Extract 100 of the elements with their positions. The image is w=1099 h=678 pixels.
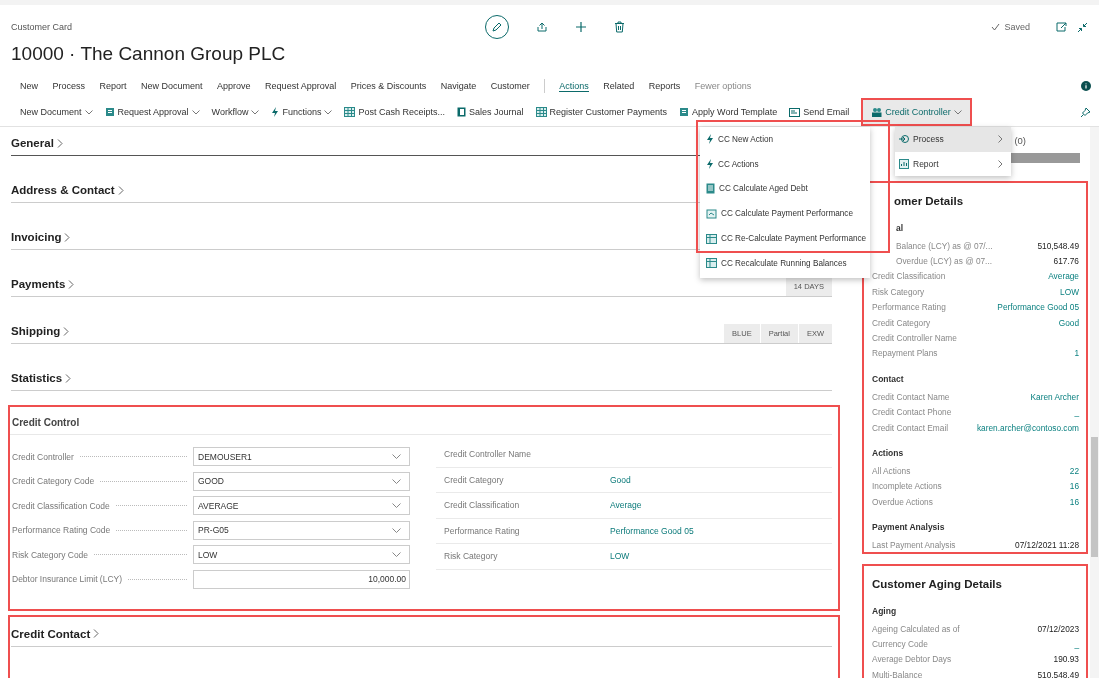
field-label: Credit Classification <box>872 271 946 282</box>
action-button[interactable]: Functions <box>271 100 333 124</box>
group-title: Actions <box>872 448 905 461</box>
field-value-link[interactable]: LOW <box>610 551 630 562</box>
field-value-link[interactable]: _ <box>1074 407 1079 418</box>
action-button[interactable]: Sales Journal <box>457 100 524 124</box>
menu-item[interactable]: CC Calculate Aged Debt <box>700 176 870 202</box>
plus-icon[interactable] <box>574 21 587 33</box>
field-label: Debtor Insurance Limit (LCY) <box>12 574 123 584</box>
action-menu[interactable]: Navigate <box>440 81 477 91</box>
field-value-link[interactable]: 22 <box>1069 466 1079 476</box>
menu-item[interactable]: Report <box>895 151 1011 176</box>
field-label: Incomplete Actions <box>872 481 942 492</box>
field-value-link[interactable]: Good <box>610 474 631 485</box>
action-tab[interactable]: Related <box>603 81 635 91</box>
group-title: Contact <box>872 374 905 387</box>
action-menu[interactable]: Prices & Discounts <box>350 81 427 91</box>
chevron-down-icon <box>84 109 93 115</box>
calculator-icon <box>706 183 715 195</box>
field-value-link[interactable]: Average <box>610 500 642 511</box>
chevron-right-icon <box>56 138 63 148</box>
menu-item[interactable]: CC Actions <box>700 151 870 177</box>
share-icon[interactable] <box>535 21 548 33</box>
field-value: 07/12/2021 11:28 <box>1015 540 1079 551</box>
menu-item[interactable]: CC Recalculate Running Balances <box>700 251 870 276</box>
collapse-icon[interactable] <box>1077 21 1088 33</box>
menu-item[interactable]: CC Calculate Payment Performance <box>700 201 870 227</box>
field-label: Currency Code <box>872 639 928 650</box>
field-value-link[interactable]: 16 <box>1069 496 1079 507</box>
input-field[interactable]: GOOD <box>193 471 410 491</box>
scrollbar[interactable] <box>1090 127 1099 678</box>
action-tab[interactable]: Reports <box>648 81 681 91</box>
action-button[interactable]: Register Customer Payments <box>535 100 668 124</box>
section-header[interactable]: General <box>11 135 63 155</box>
card-title: omer Details <box>893 195 965 207</box>
field-value-link[interactable]: _ <box>1074 639 1079 650</box>
field-value-link[interactable]: Good <box>1058 317 1079 328</box>
check-icon <box>991 23 1001 31</box>
field-label: Credit Category Code <box>12 476 95 486</box>
input-field[interactable]: AVERAGE <box>193 496 410 515</box>
info-icon[interactable] <box>1081 81 1091 91</box>
field-label: Credit Contact Phone <box>872 407 952 418</box>
lightning-icon <box>271 107 280 117</box>
action-tab[interactable]: Actions <box>559 80 589 92</box>
action-menu[interactable]: Request Approval <box>265 81 337 91</box>
document-icon <box>679 107 690 117</box>
delete-icon[interactable] <box>613 21 625 33</box>
section-header[interactable]: Shipping <box>11 323 70 343</box>
field-label: Last Payment Analysis <box>872 540 956 551</box>
action-button[interactable]: Send Email <box>789 100 850 124</box>
chart-icon <box>899 158 909 169</box>
field-value-link[interactable]: 16 <box>1069 481 1079 492</box>
chevron-down-icon <box>191 109 200 115</box>
section-header[interactable]: Payments <box>11 276 75 296</box>
chevron-right-icon <box>998 159 1003 168</box>
field-label: Repayment Plans <box>872 348 938 359</box>
menu-item[interactable]: CC Re-Calculate Payment Performance <box>700 226 870 251</box>
table-icon <box>706 258 717 269</box>
menu-item[interactable]: CC New Action <box>700 127 870 152</box>
pin-icon[interactable] <box>1080 106 1091 118</box>
input-field[interactable]: DEMOUSER1 <box>193 447 410 466</box>
field-value-link[interactable]: Performance Good 05 <box>610 525 694 536</box>
field-value-link[interactable]: 1 <box>1074 348 1079 359</box>
field-value-link[interactable]: Performance Good 05 <box>997 302 1079 313</box>
section-header[interactable]: Statistics <box>11 370 72 390</box>
input-field[interactable]: 10,000.00 <box>193 569 410 589</box>
popout-icon[interactable] <box>1056 22 1067 32</box>
chevron-right-icon <box>65 373 72 383</box>
chevron-down-icon <box>392 503 401 508</box>
field-value-link[interactable]: LOW <box>1060 286 1079 297</box>
fewer-options-link[interactable]: Fewer options <box>694 81 752 91</box>
chevron-right-icon <box>93 629 100 638</box>
action-menu[interactable]: Approve <box>217 81 251 91</box>
action-button[interactable]: Apply Word Template <box>679 100 778 124</box>
field-value-link[interactable]: Average <box>1048 271 1079 282</box>
action-button[interactable]: Post Cash Receipts... <box>344 100 445 124</box>
menu-item[interactable]: Process <box>895 127 1011 152</box>
field-label: Overdue Actions <box>872 496 933 507</box>
arrow-circle-icon <box>899 134 909 145</box>
input-field[interactable]: PR-G05 <box>193 520 410 540</box>
section-header[interactable]: Address & Contact <box>11 182 124 202</box>
field-value-link[interactable]: karen.archer@contoso.com <box>976 422 1079 433</box>
input-field[interactable]: LOW <box>193 545 410 564</box>
save-status: Saved <box>1004 22 1030 32</box>
field-value: 190.93 <box>1053 654 1079 665</box>
action-button[interactable]: Credit Controller <box>861 98 972 126</box>
action-menu[interactable]: Process <box>52 81 86 91</box>
section-header[interactable]: Invoicing <box>11 229 71 249</box>
field-label: Performance Rating Code <box>12 525 111 535</box>
lightning-icon <box>706 159 714 170</box>
action-menu[interactable]: New <box>20 81 38 91</box>
action-button[interactable]: New Document <box>20 100 93 124</box>
action-button[interactable]: Request Approval <box>104 100 200 124</box>
action-button[interactable]: Workflow <box>211 100 260 124</box>
action-menu[interactable]: Report <box>99 81 127 91</box>
field-value: 617.76 <box>1053 256 1079 267</box>
action-menu[interactable]: New Document <box>141 81 203 91</box>
field-value-link[interactable]: Karen Archer <box>1030 391 1079 402</box>
page-title: 10000 · The Cannon Group PLC <box>11 43 287 66</box>
action-menu[interactable]: Customer <box>490 81 530 91</box>
